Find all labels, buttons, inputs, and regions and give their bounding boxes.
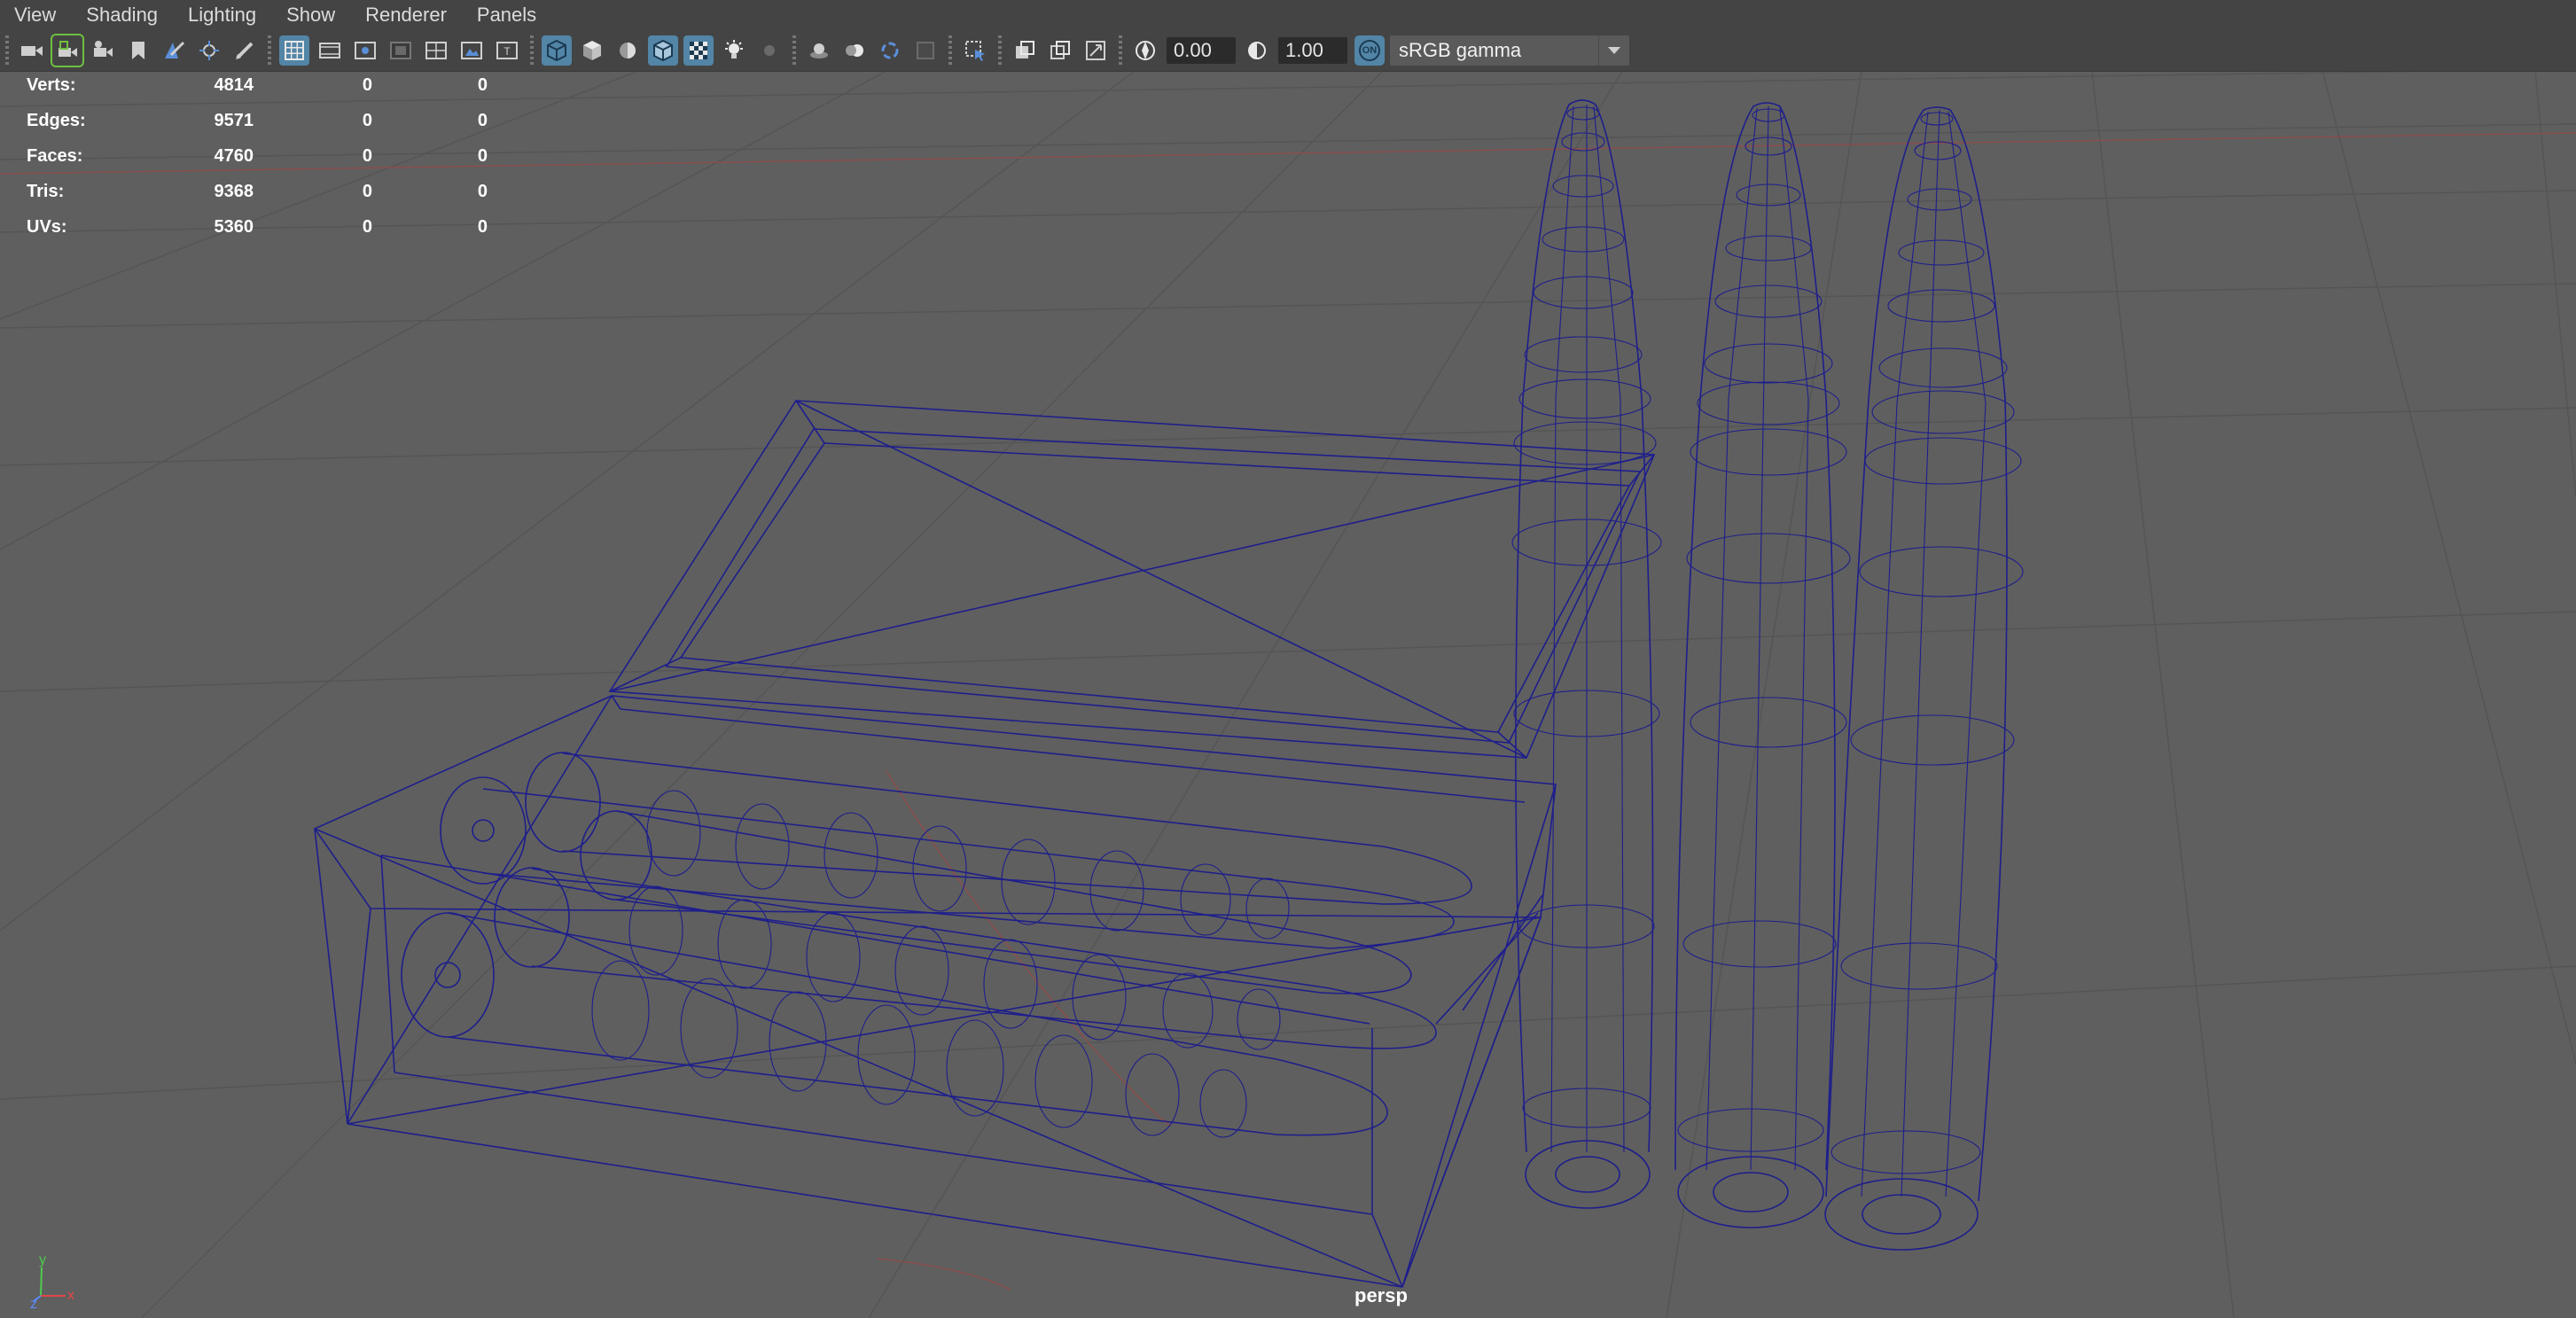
smooth-shade-icon[interactable] [577,35,607,66]
resolution-gate-icon[interactable] [350,35,380,66]
toolbar-separator [268,35,271,66]
hud-label: UVs: [27,216,67,237]
menu-shading[interactable]: Shading [72,0,174,30]
xray-icon[interactable] [1010,35,1040,66]
multisample-aa-icon[interactable] [875,35,905,66]
shadows-icon[interactable] [754,35,785,66]
axis-x-label: x [67,1288,74,1303]
hud-row-faces: Faces: 4760 0 0 [27,138,488,174]
hud-row-uvs: UVs: 5360 0 0 [27,209,488,245]
view-transform-on-label: ON [1359,40,1380,61]
lock-camera-icon[interactable] [51,34,84,67]
panel-menu-bar: View Shading Lighting Show Renderer Pane… [0,0,2576,30]
hud-value: 4814 [214,74,254,95]
toolbar-separator [948,35,952,66]
wireframe-shading-icon[interactable] [542,35,572,66]
image-plane-icon[interactable] [159,35,189,66]
gate-mask-icon[interactable] [386,35,416,66]
use-all-lights-icon[interactable] [719,35,749,66]
grid-icon[interactable] [279,35,309,66]
menu-view[interactable]: View [0,0,72,30]
view-transform-toggle[interactable]: ON [1354,35,1385,66]
depth-of-field-icon[interactable] [910,35,941,66]
gamma-field[interactable]: 1.00 [1278,37,1347,64]
toolbar-separator [5,35,9,66]
menu-panels[interactable]: Panels [463,0,552,30]
bookmark-icon[interactable] [123,35,153,66]
view-axis-icon: y x z [30,1252,74,1310]
safe-action-icon[interactable] [457,35,487,66]
hud-label: Tris: [27,181,65,201]
hud-value: 0 [362,74,372,95]
default-material-icon[interactable] [613,35,643,66]
hud-label: Edges: [27,110,86,130]
viewport-scene [0,72,2576,1318]
3d-viewport[interactable] [0,72,2576,1318]
hud-value: 0 [477,74,488,95]
toolbar-separator [530,35,534,66]
exposure-icon[interactable] [1130,35,1160,66]
hud-value: 0 [477,110,488,130]
menu-show[interactable]: Show [272,0,351,30]
hud-value: 5360 [214,216,254,237]
xray-joints-icon[interactable] [1045,35,1075,66]
view-transform-dropdown[interactable]: sRGB gamma [1390,35,1629,66]
hud-value: 9571 [214,110,254,130]
maya-viewport-panel: View Shading Lighting Show Renderer Pane… [0,0,2576,1318]
exposure-field[interactable]: 0.00 [1167,37,1236,64]
hud-value: 0 [477,181,488,201]
svg-text:T: T [503,45,511,58]
toolbar-separator [792,35,796,66]
textured-icon[interactable] [683,35,714,66]
chevron-down-icon[interactable] [1598,35,1629,66]
axis-z-label: z [30,1297,37,1310]
menu-renderer[interactable]: Renderer [351,0,463,30]
field-chart-icon[interactable] [421,35,451,66]
menu-lighting[interactable]: Lighting [174,0,272,30]
hud-value: 0 [362,216,372,237]
axis-y-label: y [39,1252,46,1267]
isolate-select-icon[interactable] [960,35,990,66]
panel-toolbar: T 0.00 1.00 ON sRGB gamma [0,30,2576,72]
grease-pencil-icon[interactable] [230,35,260,66]
hud-row-tris: Tris: 9368 0 0 [27,174,488,209]
motion-blur-icon[interactable] [839,35,870,66]
hud-value: 0 [477,216,488,237]
hud-label: Verts: [27,74,76,95]
hud-value: 0 [362,110,372,130]
view-transform-label: sRGB gamma [1399,39,1522,61]
hud-value: 4760 [214,145,254,166]
hud-value: 0 [362,145,372,166]
gamma-icon[interactable] [1242,35,1272,66]
camera-attributes-icon[interactable] [88,35,118,66]
select-camera-icon[interactable] [17,35,47,66]
hud-row-edges: Edges: 9571 0 0 [27,103,488,138]
hud-value: 0 [477,145,488,166]
hud-row-verts: Verts: 4814 0 0 [27,67,488,103]
screen-space-ao-icon[interactable] [804,35,834,66]
2d-pan-zoom-icon[interactable] [194,35,224,66]
wireframe-on-shaded-icon[interactable] [648,35,678,66]
film-gate-icon[interactable] [315,35,345,66]
hud-value: 9368 [214,181,254,201]
toolbar-separator [998,35,1002,66]
xray-active-components-icon[interactable] [1081,35,1111,66]
toolbar-separator [1119,35,1122,66]
camera-name-label: persp [1354,1284,1408,1306]
hud-label: Faces: [27,145,83,166]
safe-title-icon[interactable]: T [492,35,522,66]
poly-count-hud: Verts: 4814 0 0 Edges: 9571 0 0 Faces: 4… [27,67,488,245]
hud-value: 0 [362,181,372,201]
